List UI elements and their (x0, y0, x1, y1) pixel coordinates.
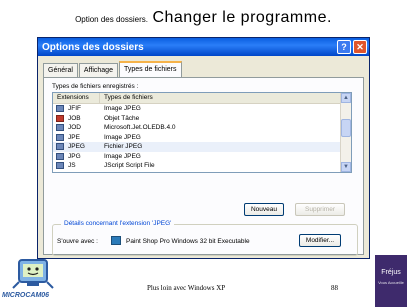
scroll-down-icon[interactable]: ▼ (341, 162, 351, 172)
row-type: Image JPEG (104, 152, 141, 160)
side-brand-sub: Vous Accueille (378, 280, 404, 285)
list-item[interactable]: JPG Image JPEG (53, 152, 351, 162)
tab-display[interactable]: Affichage (78, 63, 118, 78)
side-brand: Fréjus (381, 269, 401, 276)
scroll-up-icon[interactable]: ▲ (341, 93, 351, 103)
scroll-thumb[interactable] (341, 119, 351, 137)
tab-general[interactable]: Général (43, 63, 78, 78)
row-extension: JOD (68, 124, 81, 132)
jod-file-icon (56, 124, 64, 132)
registered-types-label: Types de fichiers enregistrés : (52, 83, 139, 90)
row-extension: JFIF (68, 105, 81, 113)
jpeg-file-icon (56, 152, 64, 160)
footer-text: Plus loin avec Windows XP (147, 284, 226, 292)
new-button[interactable]: Nouveau (244, 203, 284, 216)
jpeg-file-icon (56, 133, 64, 141)
list-item[interactable]: JFIF Image JPEG (53, 104, 351, 114)
row-extension: JOB (68, 114, 81, 122)
close-button[interactable]: ✕ (353, 40, 367, 54)
list-item[interactable]: JPE Image JPEG (53, 133, 351, 143)
row-extension: JPG (68, 152, 81, 160)
js-file-icon (56, 162, 64, 170)
row-type: Fichier JPEG (104, 143, 143, 151)
side-brand-logo: Fréjus Vous Accueille (375, 255, 407, 307)
jpeg-file-icon (56, 143, 64, 151)
list-item[interactable]: JOB Objet Tâche (53, 114, 351, 124)
app-icon (111, 236, 121, 245)
slide-title-small: Option des dossiers. (75, 15, 148, 24)
delete-button[interactable]: Supprimer (295, 203, 345, 216)
list-item[interactable]: JS JScript Script File (53, 161, 351, 171)
column-header-type[interactable]: Types de fichiers (100, 93, 351, 103)
row-extension: JS (68, 162, 76, 170)
row-type: Image JPEG (104, 133, 141, 141)
column-header-extension[interactable]: Extensions (53, 93, 100, 103)
help-button[interactable]: ? (337, 40, 351, 54)
row-extension: JPE (68, 133, 80, 141)
slide-title-big: Changer le programme. (152, 9, 332, 26)
slide-title: Option des dossiers. Changer le programm… (0, 9, 407, 27)
row-type: JScript Script File (104, 162, 155, 170)
row-type: Microsoft.Jet.OLEDB.4.0 (104, 124, 176, 132)
details-group: Détails concernant l'extension 'JPEG' S'… (52, 220, 358, 256)
opens-with-app: Paint Shop Pro Windows 32 bit Executable (126, 238, 250, 245)
corner-brand: MICROCAM06 (2, 292, 50, 299)
row-extension: JPEG (68, 143, 85, 151)
dialog-title: Options des dossiers (42, 41, 144, 53)
dialog-titlebar[interactable]: Options des dossiers ? ✕ (38, 38, 369, 56)
row-type: Objet Tâche (104, 114, 140, 122)
file-types-list[interactable]: Extensions Types de fichiers JFIF Image … (52, 92, 352, 173)
opens-with-label: S'ouvre avec : (57, 238, 98, 245)
list-header: Extensions Types de fichiers (53, 93, 351, 104)
modify-button[interactable]: Modifier... (299, 234, 341, 247)
folder-options-dialog: Options des dossiers ? ✕ Général Afficha… (37, 37, 370, 259)
list-item[interactable]: JOD Microsoft.Jet.OLEDB.4.0 (53, 123, 351, 133)
row-type: Image JPEG (104, 105, 141, 113)
jpeg-file-icon (56, 105, 64, 113)
file-types-panel: Types de fichiers enregistrés : Extensio… (43, 77, 364, 256)
tab-strip: Général Affichage Types de fichiers (43, 61, 183, 79)
list-scrollbar[interactable]: ▲ ▼ (340, 93, 351, 172)
list-item-selected[interactable]: JPEG Fichier JPEG (53, 142, 351, 152)
job-file-icon (56, 114, 64, 122)
details-label: Détails concernant l'extension 'JPEG' (61, 220, 175, 227)
page-number: 88 (331, 284, 338, 292)
